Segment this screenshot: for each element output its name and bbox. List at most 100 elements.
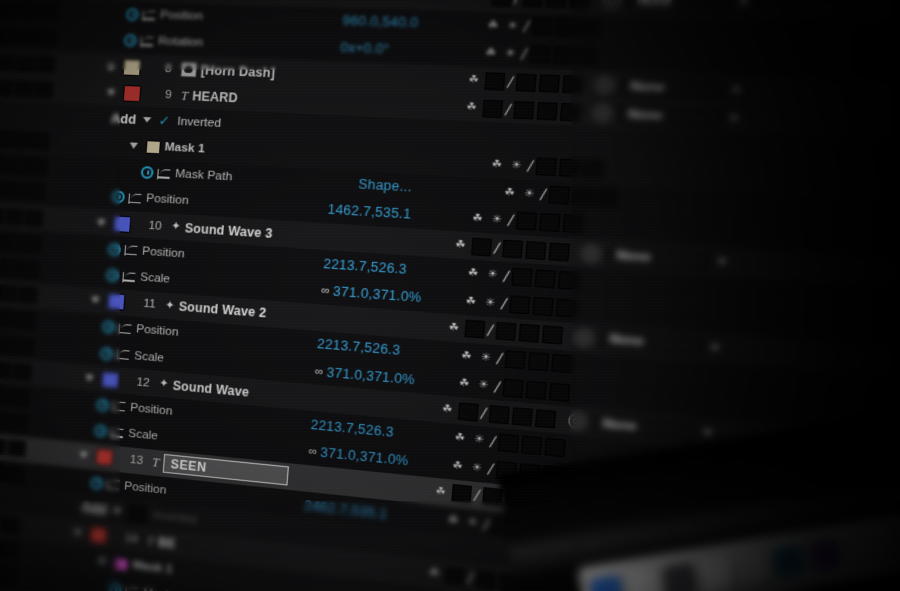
layer-switches[interactable]: ☘ ☀ / (482, 16, 617, 38)
shy-switch[interactable] (457, 402, 479, 422)
switch-cell[interactable] (0, 155, 8, 174)
expand-triangle-icon[interactable] (79, 451, 88, 459)
switch-box[interactable] (518, 323, 540, 344)
switch-box[interactable] (545, 0, 567, 9)
motion-blur-icon[interactable]: / (485, 322, 495, 340)
parent-and-link[interactable]: None (581, 244, 728, 271)
parent-and-link[interactable]: None (592, 104, 740, 128)
layer-color-swatch[interactable] (106, 292, 126, 311)
stopwatch-icon[interactable] (125, 8, 140, 22)
mask-inverted-checkbox[interactable] (128, 504, 147, 523)
switch-cell[interactable] (0, 53, 16, 71)
collapse-transform-icon[interactable]: ☘ (452, 238, 469, 253)
shy-switch[interactable] (484, 71, 506, 91)
quality-icon[interactable]: ☀ (508, 158, 525, 173)
layer-switches[interactable]: ☘/ (463, 71, 597, 94)
property-value-cell[interactable] (318, 101, 462, 107)
switch-box[interactable] (525, 240, 547, 260)
link-constrain-icon[interactable]: ∞ (314, 365, 322, 378)
motion-blur-icon[interactable]: / (486, 460, 496, 478)
mask-color-swatch[interactable] (113, 556, 130, 572)
chevron-down-icon[interactable] (738, 1, 749, 7)
stopwatch-icon[interactable] (123, 34, 138, 48)
shy-switch[interactable] (464, 319, 486, 339)
link-constrain-icon[interactable]: ∞ (321, 284, 329, 297)
switch-cell[interactable] (4, 208, 24, 226)
switch-box[interactable] (502, 378, 524, 398)
quality-icon[interactable]: ☀ (504, 19, 521, 34)
stopwatch-icon[interactable] (105, 268, 120, 283)
property-value-cell[interactable] (320, 74, 464, 79)
pick-whip-icon[interactable] (581, 244, 601, 263)
blue-app-icon[interactable] (589, 574, 625, 591)
switch-cell[interactable] (37, 29, 58, 47)
motion-blur-icon[interactable]: / (481, 515, 491, 533)
property-value[interactable]: 371.0,371.0% (320, 445, 409, 469)
motion-blur-icon[interactable]: / (499, 295, 509, 313)
chrome-icon[interactable] (626, 568, 661, 591)
purple-app-icon[interactable] (808, 538, 844, 573)
photo-app-icon[interactable] (735, 550, 771, 585)
switch-box[interactable] (539, 213, 561, 233)
switch-box[interactable] (536, 101, 558, 121)
chevron-down-icon[interactable] (716, 258, 728, 266)
switch-box[interactable] (548, 186, 570, 205)
switch-box[interactable] (525, 380, 547, 400)
property-value[interactable]: 2213.7,526.3 (323, 256, 408, 277)
switch-cell[interactable] (0, 310, 16, 329)
stopwatch-icon[interactable] (90, 476, 104, 490)
collapse-transform-icon[interactable]: ☘ (463, 100, 480, 115)
collapse-transform-icon[interactable]: ☘ (445, 320, 462, 335)
switch-cell[interactable] (8, 157, 28, 175)
layer-switches[interactable]: ☘ ☀ / (466, 209, 600, 235)
layer-color-swatch[interactable] (95, 448, 114, 467)
collapse-transform-icon[interactable]: ☘ (426, 566, 443, 582)
layer-color-swatch[interactable] (89, 526, 108, 545)
parent-and-link[interactable]: None (602, 0, 749, 13)
switch-cell[interactable] (14, 337, 34, 356)
switch-cell[interactable] (17, 28, 38, 46)
expand-triangle-icon[interactable] (129, 142, 139, 150)
switch-cell[interactable] (0, 181, 6, 199)
switch-box[interactable] (515, 212, 537, 232)
parent-dropdown[interactable]: None (627, 0, 733, 13)
switch-cell[interactable] (30, 132, 50, 150)
property-value-cell[interactable] (294, 396, 437, 409)
expand-triangle-icon[interactable] (73, 529, 82, 537)
property-value-cell[interactable] (282, 556, 424, 572)
parent-and-link[interactable]: None (595, 76, 742, 100)
switch-box[interactable] (515, 72, 537, 92)
motion-blur-icon[interactable]: / (492, 378, 502, 396)
switch-cell[interactable] (16, 54, 36, 72)
property-value[interactable]: 2213.7,526.3 (310, 417, 394, 440)
graph-editor-icon[interactable] (112, 401, 127, 414)
layer-color-swatch[interactable] (100, 370, 120, 389)
quality-icon[interactable]: ☀ (521, 186, 538, 201)
switch-box[interactable] (534, 269, 556, 289)
pick-whip-icon[interactable] (592, 104, 613, 123)
switch-box[interactable] (548, 242, 570, 262)
graph-editor-icon[interactable] (116, 349, 131, 361)
switch-box[interactable] (488, 404, 510, 425)
motion-blur-icon[interactable]: / (472, 487, 482, 505)
switch-cell[interactable] (0, 361, 13, 380)
switch-box[interactable] (544, 437, 566, 458)
switch-cell[interactable] (7, 439, 27, 458)
switch-cell[interactable] (2, 233, 22, 252)
parent-dropdown[interactable]: None (617, 105, 723, 128)
graph-editor-icon[interactable] (124, 244, 138, 256)
property-value-cell[interactable] (308, 586, 451, 591)
quality-icon[interactable]: ☀ (477, 350, 494, 366)
parent-dropdown[interactable]: None (599, 329, 704, 356)
shy-switch[interactable] (482, 99, 504, 118)
chevron-down-icon[interactable] (143, 117, 152, 124)
collapse-transform-icon[interactable]: ☘ (464, 266, 481, 281)
property-value-cell[interactable]: 2213.7,526.3 (318, 256, 463, 281)
switch-box[interactable] (554, 18, 577, 37)
parent-dropdown[interactable]: None (620, 76, 725, 99)
switch-cell[interactable] (19, 3, 39, 21)
property-value[interactable]: 371.0,371.0% (326, 365, 415, 388)
stopwatch-icon[interactable] (107, 242, 122, 257)
parent-dropdown[interactable]: None (592, 414, 697, 442)
collapse-transform-icon[interactable]: ☘ (465, 73, 482, 88)
